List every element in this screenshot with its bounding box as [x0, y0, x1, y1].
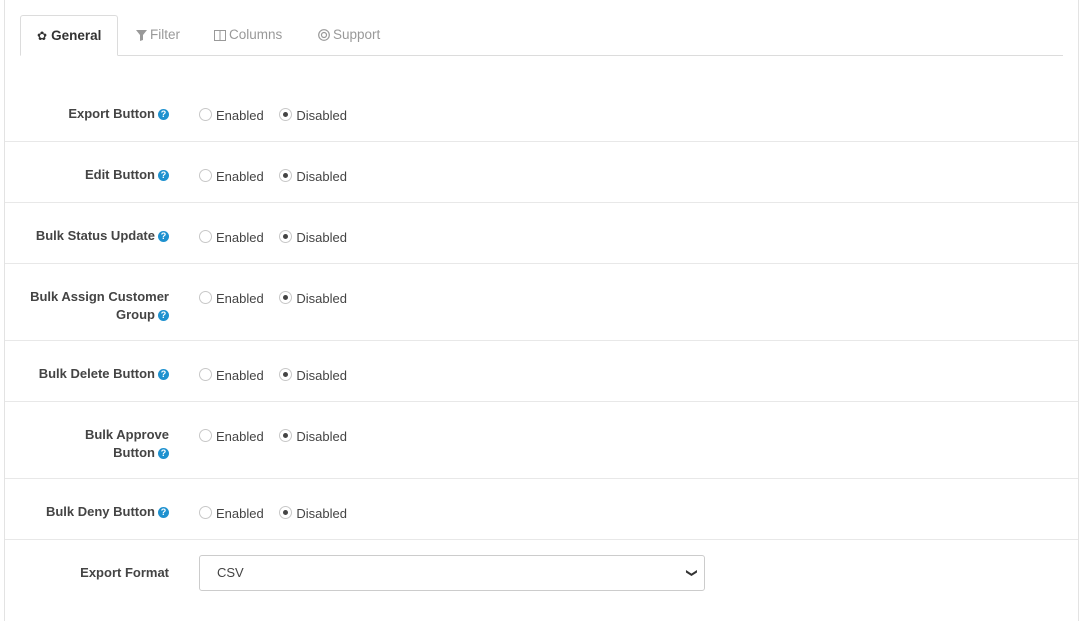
setting-row-edit-button: Edit Button? Enabled Disabled: [5, 142, 1078, 203]
setting-row-bulk-approve-button: Bulk Approve Button? Enabled Disabled: [5, 402, 1078, 479]
help-icon[interactable]: ?: [158, 448, 169, 459]
radio-enabled[interactable]: Enabled: [199, 291, 264, 306]
help-icon[interactable]: ?: [158, 369, 169, 380]
radio-group: Enabled Disabled: [199, 506, 359, 521]
radio-disabled[interactable]: Disabled: [279, 169, 347, 184]
radio-enabled[interactable]: Enabled: [199, 230, 264, 245]
radio-group: Enabled Disabled: [199, 108, 359, 123]
setting-row-bulk-deny-button: Bulk Deny Button? Enabled Disabled: [5, 479, 1078, 540]
setting-row-bulk-assign-customer-group: Bulk Assign Customer Group? Enabled Disa…: [5, 264, 1078, 341]
radio-disabled[interactable]: Disabled: [279, 108, 347, 123]
tab-filter[interactable]: Filter: [120, 15, 196, 55]
lifebuoy-icon: [318, 29, 330, 41]
radio-circle[interactable]: [199, 506, 212, 519]
radio-enabled[interactable]: Enabled: [199, 108, 264, 123]
radio-group: Enabled Disabled: [199, 169, 359, 184]
setting-label: Export Button?: [9, 105, 169, 123]
setting-label: Bulk Assign Customer Group?: [30, 289, 169, 322]
radio-circle[interactable]: [279, 169, 293, 182]
radio-enabled[interactable]: Enabled: [199, 169, 264, 184]
radio-group: Enabled Disabled: [199, 291, 359, 306]
radio-circle[interactable]: [199, 230, 212, 243]
radio-circle[interactable]: [199, 169, 212, 182]
setting-label: Export Format: [80, 565, 169, 580]
radio-disabled[interactable]: Disabled: [279, 506, 347, 521]
radio-circle[interactable]: [199, 429, 212, 442]
tab-bar: ✿ General Filter Columns Support: [20, 15, 1063, 56]
settings-panel: ✿ General Filter Columns Support Export B…: [4, 0, 1079, 621]
setting-row-export-button: Export Button? Enabled Disabled: [5, 81, 1078, 142]
export-format-select[interactable]: CSV ❯: [199, 555, 705, 591]
radio-disabled[interactable]: Disabled: [279, 230, 347, 245]
radio-enabled[interactable]: Enabled: [199, 429, 264, 444]
radio-circle[interactable]: [279, 368, 293, 381]
radio-circle[interactable]: [199, 108, 212, 121]
tab-columns[interactable]: Columns: [198, 15, 298, 55]
radio-circle[interactable]: [199, 291, 212, 304]
help-icon[interactable]: ?: [158, 507, 169, 518]
radio-enabled[interactable]: Enabled: [199, 368, 264, 383]
gear-icon: ✿: [37, 29, 48, 43]
setting-row-bulk-status-update: Bulk Status Update? Enabled Disabled: [5, 203, 1078, 264]
setting-label: Bulk Approve Button?: [84, 427, 169, 460]
help-icon[interactable]: ?: [158, 310, 169, 321]
setting-row-export-format: Export Format CSV ❯: [5, 540, 1078, 621]
radio-disabled[interactable]: Disabled: [279, 291, 347, 306]
radio-circle[interactable]: [279, 108, 293, 121]
radio-group: Enabled Disabled: [199, 429, 359, 444]
radio-disabled[interactable]: Disabled: [279, 429, 347, 444]
setting-label: Edit Button?: [9, 166, 169, 184]
tab-support[interactable]: Support: [302, 15, 396, 55]
radio-circle[interactable]: [199, 368, 212, 381]
help-icon[interactable]: ?: [158, 231, 169, 242]
radio-circle[interactable]: [279, 291, 293, 304]
tab-general[interactable]: ✿ General: [20, 15, 118, 56]
setting-label: Bulk Status Update?: [9, 227, 169, 245]
radio-enabled[interactable]: Enabled: [199, 506, 264, 521]
radio-circle[interactable]: [279, 429, 293, 442]
setting-row-bulk-delete-button: Bulk Delete Button? Enabled Disabled: [5, 341, 1078, 402]
help-icon[interactable]: ?: [158, 109, 169, 120]
radio-group: Enabled Disabled: [199, 368, 359, 383]
columns-icon: [214, 30, 226, 41]
radio-group: Enabled Disabled: [199, 230, 359, 245]
help-icon[interactable]: ?: [158, 170, 169, 181]
radio-circle[interactable]: [279, 230, 293, 243]
filter-icon: [136, 30, 147, 41]
chevron-down-icon: ❯: [685, 568, 698, 578]
setting-label: Bulk Deny Button?: [9, 503, 169, 521]
setting-label: Bulk Delete Button?: [9, 365, 169, 383]
radio-disabled[interactable]: Disabled: [279, 368, 347, 383]
radio-circle[interactable]: [279, 506, 293, 519]
